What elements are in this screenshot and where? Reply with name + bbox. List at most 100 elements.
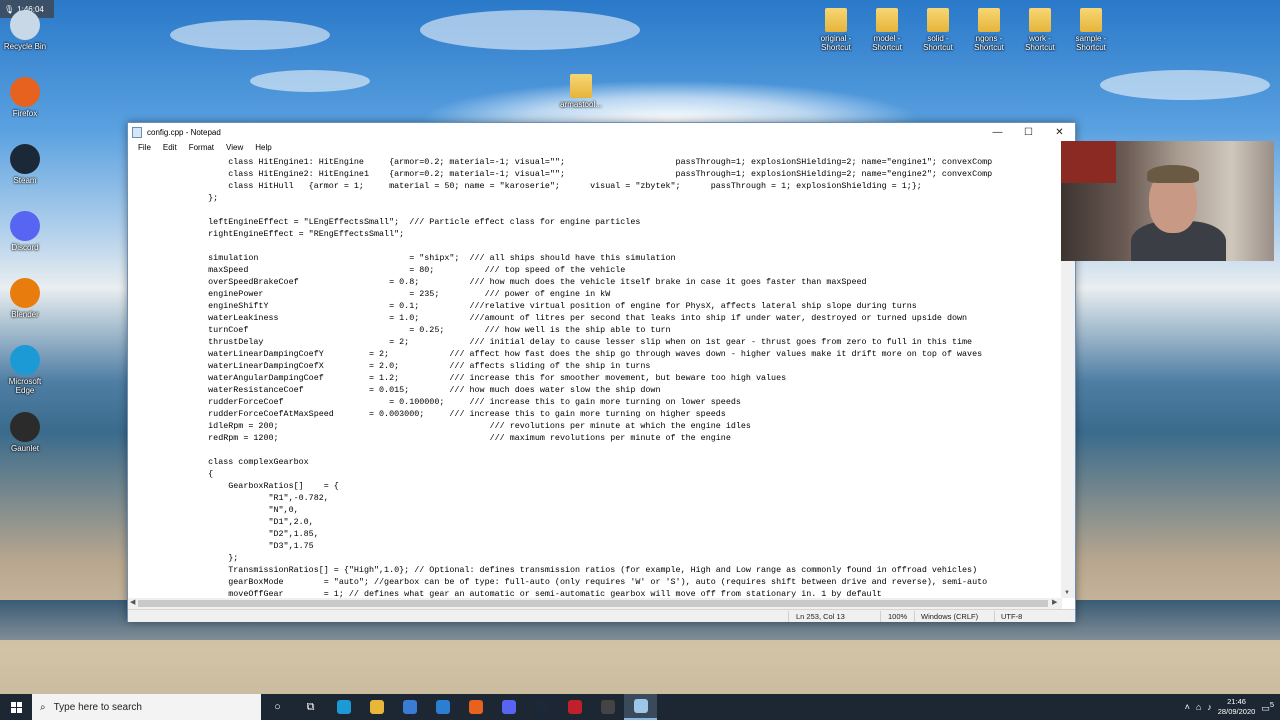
file-explorer-icon[interactable] bbox=[360, 694, 393, 720]
code-line: overSpeedBrakeCoef = 0.8; /// how much d… bbox=[178, 277, 867, 287]
webcam-overlay bbox=[1061, 141, 1274, 261]
window-title: config.cpp - Notepad bbox=[147, 128, 221, 137]
encoding: UTF-8 bbox=[1001, 612, 1023, 621]
code-line: "D3",1.75 bbox=[178, 541, 314, 551]
folder-icon bbox=[1029, 8, 1051, 32]
desktop-icon-label: model - Shortcut bbox=[872, 34, 902, 52]
desktop-icon[interactable]: Steam bbox=[0, 144, 50, 185]
search-icon: ⌕ bbox=[40, 701, 46, 713]
cursor-position: Ln 253, Col 13 bbox=[796, 612, 845, 621]
scroll-down-icon[interactable]: ▼ bbox=[1064, 590, 1070, 596]
code-line: waterLinearDampingCoefX = 2.0; /// affec… bbox=[178, 361, 651, 371]
desktop-icon-label: Microsoft Edge bbox=[8, 377, 42, 395]
cloud bbox=[250, 70, 370, 92]
store-glyph bbox=[402, 700, 417, 714]
code-line: engineShiftY = 0.1; ///relative virtual … bbox=[178, 301, 917, 311]
steam-icon[interactable] bbox=[525, 694, 558, 720]
discord-glyph bbox=[501, 700, 516, 714]
menu-view[interactable]: View bbox=[220, 142, 249, 156]
desktop-shortcut[interactable]: work - Shortcut bbox=[1015, 8, 1065, 52]
cloud bbox=[420, 10, 640, 50]
desktop-icon-label: original - Shortcut bbox=[820, 34, 852, 52]
horizontal-scrollbar[interactable]: ◀ ▶ bbox=[128, 598, 1062, 609]
network-icon[interactable]: ⌂ bbox=[1196, 702, 1201, 712]
scroll-left-icon[interactable]: ◀ bbox=[130, 598, 135, 606]
desktop-shortcut[interactable]: ngons - Shortcut bbox=[964, 8, 1014, 52]
maximize-button[interactable]: ☐ bbox=[1013, 127, 1044, 138]
firefox-icon[interactable] bbox=[459, 694, 492, 720]
desktop-icon[interactable]: Discord bbox=[0, 211, 50, 252]
taskbar: ⌕ Type here to search ○ ⧉ ˄ ⌂ ♪ 21:46 28/… bbox=[0, 694, 1280, 720]
code-line: class HitEngine1: HitEngine {armor=0.2; … bbox=[178, 157, 993, 167]
minimize-button[interactable]: — bbox=[982, 127, 1013, 138]
store-icon[interactable] bbox=[393, 694, 426, 720]
edge-icon[interactable] bbox=[327, 694, 360, 720]
menu-help[interactable]: Help bbox=[249, 142, 277, 156]
mail-icon[interactable] bbox=[426, 694, 459, 720]
notification-count: 5 bbox=[1269, 700, 1274, 709]
desktop-shortcut[interactable]: sample - Shortcut bbox=[1066, 8, 1116, 52]
app-red-glyph bbox=[567, 700, 582, 714]
desktop-shortcut[interactable]: model - Shortcut bbox=[862, 8, 912, 52]
desktop-icon-armastool[interactable]: armastool... bbox=[556, 74, 606, 109]
menu-edit[interactable]: Edit bbox=[157, 142, 183, 156]
code-line: rudderForceCoefAtMaxSpeed = 0.003000; //… bbox=[178, 409, 726, 419]
chevron-up-icon[interactable]: ˄ bbox=[1185, 702, 1190, 712]
app-red-icon[interactable] bbox=[558, 694, 591, 720]
cloud bbox=[1100, 70, 1270, 100]
code-line: "N",0, bbox=[178, 505, 299, 515]
app-icon bbox=[10, 211, 40, 241]
scroll-right-icon[interactable]: ▶ bbox=[1052, 598, 1057, 606]
code-line: enginePower = 235; /// power of engine i… bbox=[178, 289, 611, 299]
clock[interactable]: 21:46 28/09/2020 bbox=[1218, 697, 1256, 717]
code-line: moveOffGear = 1; // defines what gear an… bbox=[178, 589, 882, 598]
desktop-icon[interactable]: Recycle Bin bbox=[0, 10, 50, 51]
notification-icon[interactable]: ▭5 bbox=[1261, 700, 1274, 714]
search-placeholder: Type here to search bbox=[53, 701, 142, 713]
code-line: idleRpm = 200; /// revolutions per minut… bbox=[178, 421, 751, 431]
desktop-icon[interactable]: Firefox bbox=[0, 77, 50, 118]
code-line: rightEngineEffect = "REngEffectsSmall"; bbox=[178, 229, 405, 239]
desktop-icon[interactable]: Gaunlet bbox=[0, 412, 50, 453]
task-view-icon[interactable]: ⧉ bbox=[294, 694, 327, 720]
code-line: leftEngineEffect = "LEngEffectsSmall"; /… bbox=[178, 217, 641, 227]
desktop-icon[interactable]: Blender bbox=[0, 278, 50, 319]
discord-icon[interactable] bbox=[492, 694, 525, 720]
clock-date: 28/09/2020 bbox=[1217, 707, 1256, 716]
folder-icon bbox=[1080, 8, 1102, 32]
app-dark-icon[interactable] bbox=[591, 694, 624, 720]
code-line: class HitEngine2: HitEngine1 {armor=0.2;… bbox=[178, 169, 993, 179]
app-icon bbox=[10, 278, 40, 308]
menu-file[interactable]: File bbox=[132, 142, 157, 156]
windows-icon bbox=[10, 701, 22, 713]
desktop-icon[interactable]: Microsoft Edge bbox=[0, 345, 50, 395]
code-line: }; bbox=[178, 193, 219, 203]
cortana-icon[interactable]: ○ bbox=[261, 694, 294, 720]
code-line: maxSpeed = 80; /// top speed of the vehi… bbox=[178, 265, 626, 275]
volume-icon[interactable]: ♪ bbox=[1207, 702, 1212, 712]
code-line: turnCoef = 0.25; /// how well is the shi… bbox=[178, 325, 671, 335]
menu-bar: File Edit Format View Help bbox=[128, 142, 1075, 156]
taskbar-search[interactable]: ⌕ Type here to search bbox=[32, 694, 261, 720]
desktop-shortcut[interactable]: solid - Shortcut bbox=[913, 8, 963, 52]
code-line: "D2",1.85, bbox=[178, 529, 319, 539]
desktop-icon-label: work - Shortcut bbox=[1025, 34, 1055, 52]
line-ending: Windows (CRLF) bbox=[921, 612, 979, 621]
title-bar[interactable]: config.cpp - Notepad — ☐ ✕ bbox=[128, 123, 1075, 142]
menu-format[interactable]: Format bbox=[183, 142, 220, 156]
code-line: GearboxRatios[] = { bbox=[178, 481, 339, 491]
notepad-icon[interactable] bbox=[624, 694, 657, 720]
notepad-icon bbox=[132, 127, 142, 138]
code-line: waterLeakiness = 1.0; ///amount of litre… bbox=[178, 313, 968, 323]
desktop-shortcut[interactable]: original - Shortcut bbox=[811, 8, 861, 52]
scroll-thumb[interactable] bbox=[138, 600, 1048, 607]
code-line: "D1",2.0, bbox=[178, 517, 314, 527]
app-icon bbox=[10, 345, 40, 375]
zoom-level: 100% bbox=[888, 612, 908, 621]
start-button[interactable] bbox=[0, 694, 32, 720]
desktop-icon-label: Blender bbox=[11, 310, 39, 319]
code-line: waterResistanceCoef = 0.015; /// how muc… bbox=[178, 385, 661, 395]
text-editor[interactable]: class HitEngine1: HitEngine {armor=0.2; … bbox=[128, 156, 1062, 598]
close-button[interactable]: ✕ bbox=[1044, 127, 1075, 138]
desktop-icon-label: armastool... bbox=[560, 100, 602, 109]
